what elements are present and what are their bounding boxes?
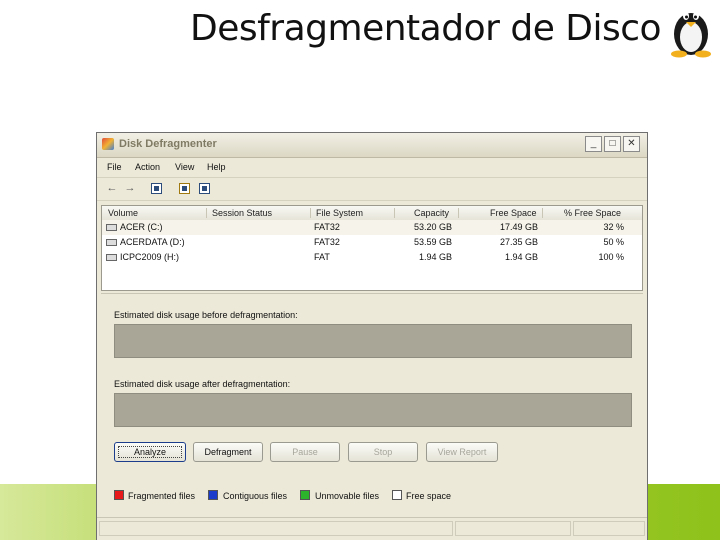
window-title: Disk Defragmenter <box>119 138 217 150</box>
status-bar <box>97 517 647 540</box>
table-row[interactable]: ACERDATA (D:) FAT32 53.59 GB 27.35 GB 50… <box>102 235 642 250</box>
file-system: FAT <box>314 252 330 262</box>
volume-name: ICPC2009 (H:) <box>120 252 180 262</box>
properties-icon[interactable] <box>151 183 162 194</box>
toolbar: ← → <box>97 177 647 201</box>
status-cell <box>455 521 571 536</box>
free-space: 17.49 GB <box>499 222 538 232</box>
legend-label-contiguous: Contiguous files <box>223 491 288 501</box>
legend-swatch-unmovable <box>300 490 310 500</box>
list-header: Volume Session Status File System Capaci… <box>102 206 642 221</box>
pct-free-space: 100 % <box>598 252 624 262</box>
status-cell <box>99 521 453 536</box>
defrag-app-icon <box>102 138 114 150</box>
volume-name: ACERDATA (D:) <box>120 237 185 247</box>
defragment-button[interactable]: Defragment <box>193 442 263 462</box>
free-space: 1.94 GB <box>504 252 538 262</box>
back-arrow-icon[interactable]: ← <box>105 182 119 195</box>
table-row[interactable]: ACER (C:) FAT32 53.20 GB 17.49 GB 32 % <box>102 220 642 235</box>
column-pct-free-space[interactable]: % Free Space <box>564 208 621 218</box>
status-cell <box>573 521 645 536</box>
free-space: 27.35 GB <box>499 237 538 247</box>
minimize-button[interactable]: _ <box>585 136 602 152</box>
analyze-button[interactable]: Analyze <box>114 442 186 462</box>
file-system: FAT32 <box>314 237 340 247</box>
usage-after-label: Estimated disk usage after defragmentati… <box>114 379 291 389</box>
help-icon[interactable] <box>179 183 190 194</box>
column-volume[interactable]: Volume <box>108 208 138 218</box>
column-session-status[interactable]: Session Status <box>212 208 272 218</box>
analysis-pane: Estimated disk usage before defragmentat… <box>101 293 643 538</box>
drive-icon <box>106 239 117 246</box>
drive-icon <box>106 254 117 261</box>
legend-swatch-fragmented <box>114 490 124 500</box>
capacity: 53.59 GB <box>413 237 452 247</box>
usage-before-display <box>114 324 632 358</box>
column-capacity[interactable]: Capacity <box>414 208 449 218</box>
legend-swatch-contiguous <box>208 490 218 500</box>
menu-action[interactable]: Action <box>135 162 160 172</box>
legend-label-free-space: Free space <box>406 491 452 501</box>
menu-file[interactable]: File <box>107 162 122 172</box>
volume-list: Volume Session Status File System Capaci… <box>101 205 643 291</box>
drive-icon <box>106 224 117 231</box>
legend-label-unmovable: Unmovable files <box>315 491 380 501</box>
usage-before-label: Estimated disk usage before defragmentat… <box>114 310 298 320</box>
menu-help[interactable]: Help <box>207 162 226 172</box>
volume-name: ACER (C:) <box>120 222 163 232</box>
column-file-system[interactable]: File System <box>316 208 363 218</box>
close-button[interactable]: ✕ <box>623 136 640 152</box>
pct-free-space: 32 % <box>603 222 624 232</box>
column-free-space[interactable]: Free Space <box>490 208 537 218</box>
legend-swatch-free-space <box>392 490 402 500</box>
view-report-button[interactable]: View Report <box>426 442 498 462</box>
show-hide-console-icon[interactable] <box>199 183 210 194</box>
usage-after-display <box>114 393 632 427</box>
file-system: FAT32 <box>314 222 340 232</box>
capacity: 53.20 GB <box>413 222 452 232</box>
menu-bar: File Action View Help <box>97 159 647 175</box>
title-bar[interactable]: Disk Defragmenter _ □ ✕ <box>97 133 647 158</box>
disk-defragmenter-window: Disk Defragmenter _ □ ✕ File Action View… <box>96 132 648 540</box>
capacity: 1.94 GB <box>418 252 452 262</box>
table-row[interactable]: ICPC2009 (H:) FAT 1.94 GB 1.94 GB 100 % <box>102 250 642 265</box>
pct-free-space: 50 % <box>603 237 624 247</box>
forward-arrow-icon[interactable]: → <box>123 182 137 195</box>
slide-title: Desfragmentador de Disco <box>190 8 662 49</box>
menu-view[interactable]: View <box>175 162 194 172</box>
tux-penguin-icon <box>671 12 711 58</box>
pause-button[interactable]: Pause <box>270 442 340 462</box>
legend-label-fragmented: Fragmented files <box>128 491 196 501</box>
maximize-button[interactable]: □ <box>604 136 621 152</box>
stop-button[interactable]: Stop <box>348 442 418 462</box>
